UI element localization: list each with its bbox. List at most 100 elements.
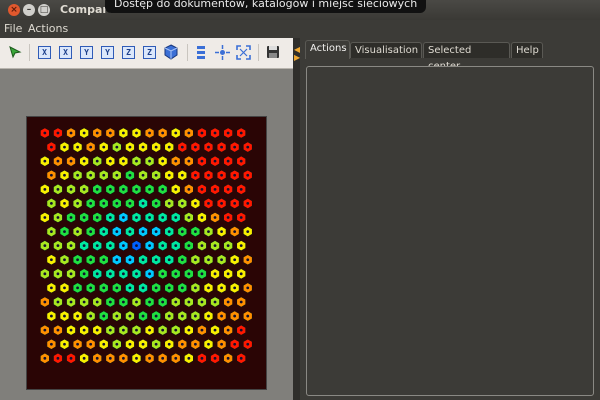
cell-center-dot [95,244,99,248]
cell-center-dot [141,314,145,318]
center-target-icon[interactable] [215,45,230,60]
cell-center-dot [128,286,132,290]
select-arrow-icon[interactable] [8,45,22,59]
save-disk-icon[interactable] [266,45,280,59]
tooltip: Dostęp do dokumentów, katalogów i miejsc… [105,0,427,13]
cell-center-dot [95,300,99,304]
cell-center-dot [148,300,151,304]
cell-center-dot [108,216,112,219]
cell-center-dot [50,145,53,149]
cell-center-dot [220,314,223,318]
view-z-reverse-button[interactable]: Z [143,46,156,59]
cell-center-dot [76,342,79,346]
cell-center-dot [187,216,191,219]
cell-center-dot [82,300,86,304]
cell-center-dot [43,187,47,191]
cell-center-dot [167,173,171,177]
cell-center-dot [102,145,106,149]
maximize-window-button[interactable]: □ [38,4,50,16]
cell-center-dot [207,286,210,290]
tab-help[interactable]: Help [511,42,543,58]
cell-center-dot [128,173,132,177]
view-y-reverse-button[interactable]: Y [101,46,114,59]
cube-3d-icon[interactable] [163,44,179,60]
cell-center-dot [141,173,145,177]
cell-center-dot [102,258,106,262]
tab-visualisation[interactable]: Visualisation [350,42,422,58]
cell-center-dot [50,202,53,205]
cell-center-dot [213,187,217,191]
cell-center-dot [63,145,66,149]
cell-center-dot [167,286,171,290]
cell-center-dot [148,187,151,191]
view-y-button[interactable]: Y [80,46,93,59]
cell-center-dot [233,230,237,233]
cell-center-dot [174,356,178,360]
cell-center-dot [115,258,119,262]
cell-center-dot [167,314,171,318]
cell-center-dot [148,131,151,135]
cell-center-dot [89,145,93,149]
cell-center-dot [180,314,184,318]
view-x-reverse-button[interactable]: X [59,46,72,59]
cell-center-dot [76,314,79,318]
layers-icon[interactable] [195,45,207,60]
tab-selected-center[interactable]: Selected center [423,42,510,72]
cell-center-dot [122,300,125,304]
cell-center-dot [161,244,165,248]
cell-center-dot [154,145,158,149]
pane-splitter[interactable]: ◀ ▶ [293,38,300,400]
cell-center-dot [154,202,158,205]
toolbar-separator [29,44,30,61]
cell-center-dot [128,202,132,205]
cell-center-dot [95,131,99,135]
cell-center-dot [82,159,86,163]
close-window-button[interactable]: × [8,4,20,16]
cell-center-dot [187,159,191,163]
cell-center-dot [161,356,165,360]
cell-center-dot [233,314,237,318]
cell-center-dot [69,244,73,248]
cell-center-dot [194,230,197,233]
view-x-button[interactable]: X [38,46,51,59]
menu-actions[interactable]: Actions [28,22,68,35]
cell-center-dot [187,356,191,360]
cell-center-dot [180,342,184,346]
view-z-button[interactable]: Z [122,46,135,59]
cell-center-dot [115,342,119,346]
menu-file[interactable]: File [4,22,22,35]
cell-center-dot [76,230,79,233]
minimize-icon: – [26,5,32,15]
cell-center-dot [174,244,178,248]
menu-bar: File Actions [0,20,600,38]
cell-center-dot [108,300,112,304]
cell-center-dot [161,159,165,163]
cell-center-dot [246,145,250,149]
cell-center-dot [220,342,223,346]
cell-center-dot [43,272,47,276]
cell-center-dot [128,230,132,233]
3d-viewport[interactable] [26,116,267,390]
cell-center-dot [239,328,243,332]
cell-center-dot [239,159,243,163]
toolbar: X X Y Y Z Z [0,38,293,69]
cell-center-dot [89,258,93,262]
cell-center-dot [174,272,178,276]
minimize-window-button[interactable]: – [23,4,35,16]
cell-center-dot [148,216,151,219]
viewer-pane: X X Y Y Z Z [0,38,293,400]
cell-center-dot [207,314,210,318]
cell-center-dot [246,173,250,177]
cell-center-dot [180,230,184,233]
cell-center-dot [213,131,217,135]
cell-center-dot [69,159,73,163]
maximize-icon: □ [39,5,49,15]
cell-center-dot [102,202,106,205]
cell-center-dot [69,216,73,219]
fit-view-icon[interactable] [236,45,251,60]
cell-center-dot [102,230,106,233]
cell-center-dot [122,328,125,332]
cell-center-dot [154,173,158,177]
tab-actions[interactable]: Actions [305,40,350,59]
cell-center-dot [50,314,53,318]
